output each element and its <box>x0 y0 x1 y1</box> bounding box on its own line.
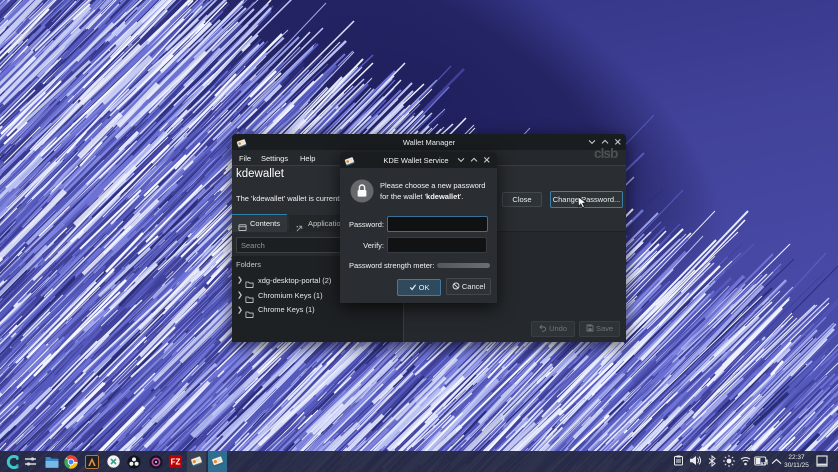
svg-text:FZ: FZ <box>171 458 181 467</box>
svg-text:61%: 61% <box>761 461 768 466</box>
